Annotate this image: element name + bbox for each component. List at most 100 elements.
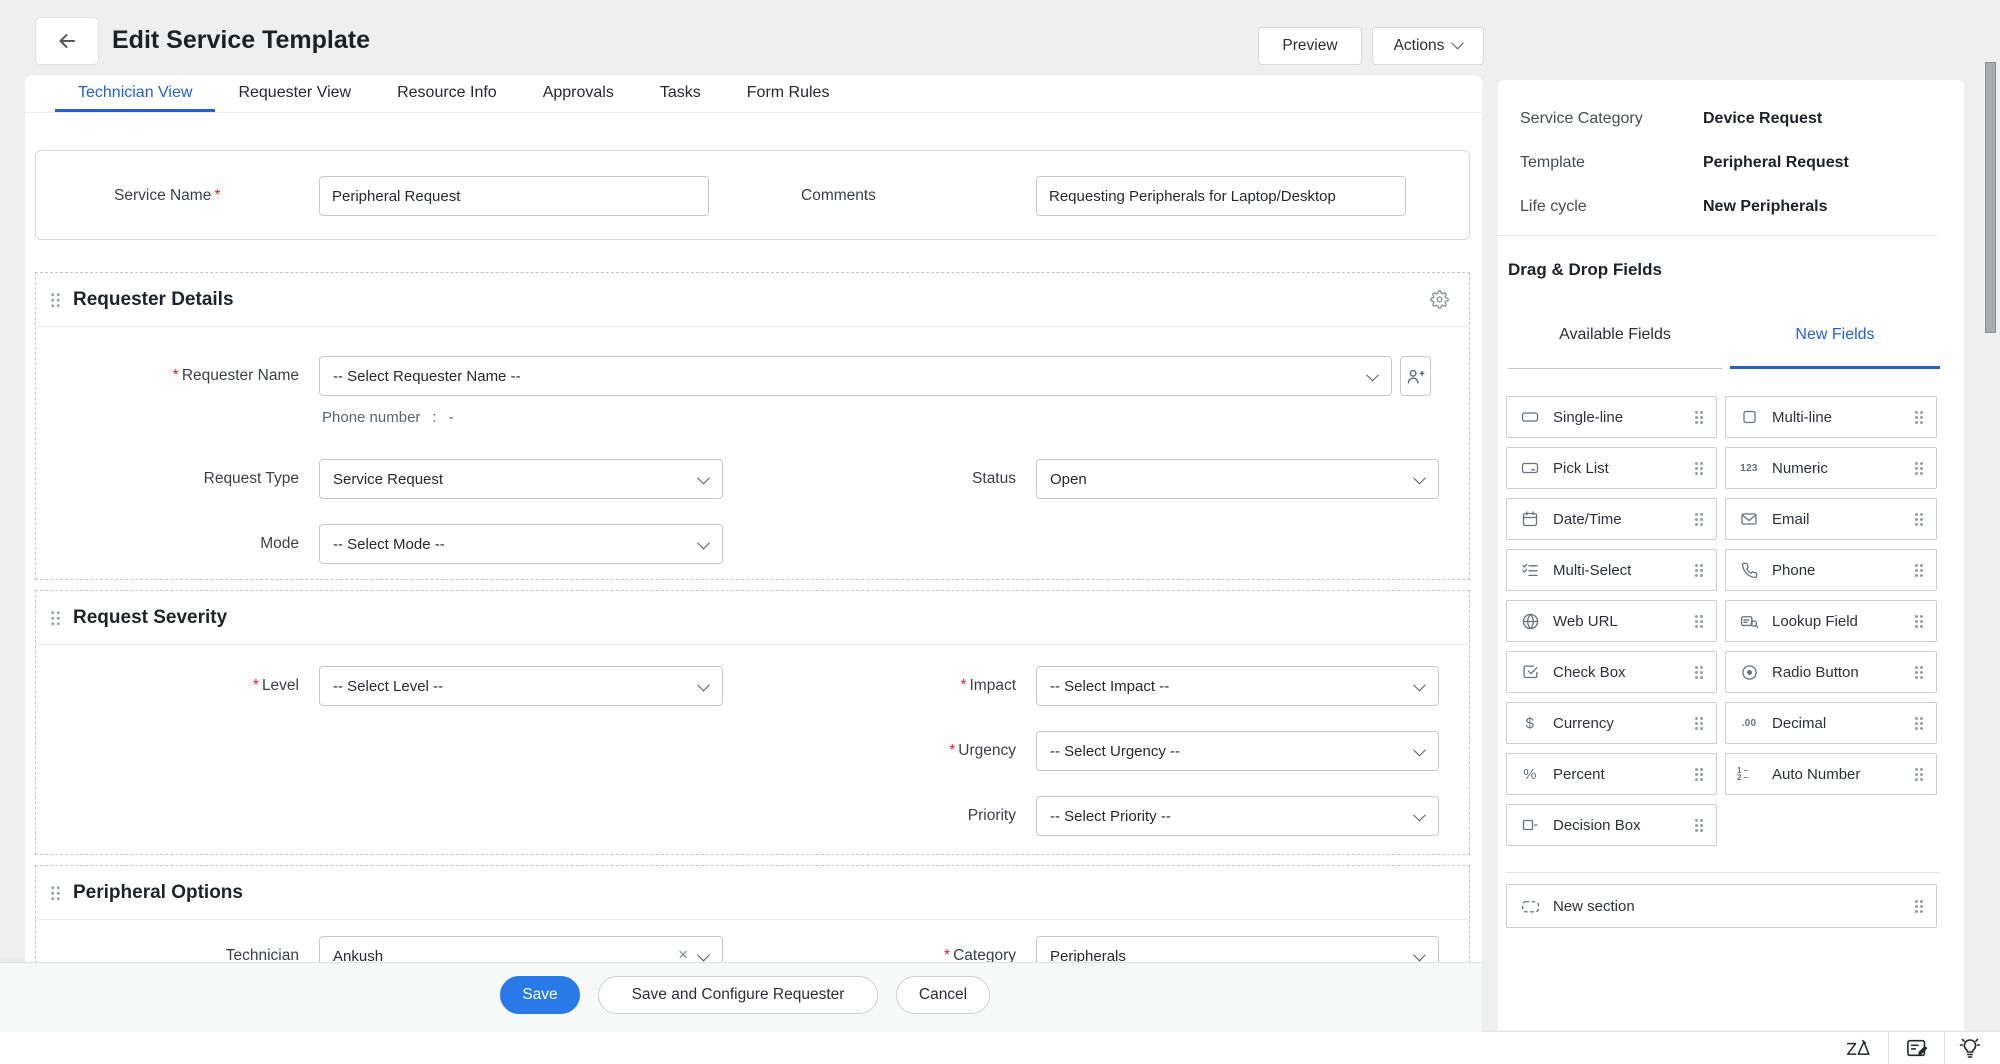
new-section-card[interactable]: New section bbox=[1506, 884, 1937, 928]
decision-box-icon bbox=[1518, 816, 1542, 834]
drag-handle-icon[interactable] bbox=[1914, 410, 1924, 425]
drag-handle-icon[interactable] bbox=[50, 292, 61, 308]
request-type-select[interactable]: Service Request bbox=[319, 459, 723, 499]
back-button[interactable] bbox=[35, 17, 99, 65]
percent-icon: % bbox=[1518, 766, 1542, 783]
field-email[interactable]: Email bbox=[1725, 498, 1937, 540]
priority-select[interactable]: -- Select Priority -- bbox=[1036, 796, 1439, 836]
field-pick-list[interactable]: Pick List bbox=[1506, 447, 1717, 489]
main-panel: Technician View Requester View Resource … bbox=[25, 75, 1482, 962]
chevron-down-icon bbox=[1413, 679, 1426, 692]
bulb-icon[interactable] bbox=[1952, 1035, 1988, 1061]
field-multi-line[interactable]: Multi-line bbox=[1725, 396, 1937, 438]
section-requester-details-header: Requester Details bbox=[36, 273, 1469, 327]
drag-handle-icon[interactable] bbox=[1914, 665, 1924, 680]
service-name-input[interactable] bbox=[319, 176, 709, 216]
save-button[interactable]: Save bbox=[500, 976, 580, 1014]
drag-handle-icon[interactable] bbox=[50, 885, 61, 901]
status-select[interactable]: Open bbox=[1036, 459, 1439, 499]
field-phone[interactable]: Phone bbox=[1725, 549, 1937, 591]
field-percent[interactable]: % Percent bbox=[1506, 753, 1717, 795]
sidebar-info-service-category: Service CategoryDevice Request bbox=[1498, 106, 1964, 132]
tab-form-rules[interactable]: Form Rules bbox=[724, 75, 853, 112]
urgency-select[interactable]: -- Select Urgency -- bbox=[1036, 731, 1439, 771]
comments-input[interactable] bbox=[1036, 176, 1406, 216]
request-type-label: Request Type bbox=[36, 459, 299, 499]
field-web-url[interactable]: Web URL bbox=[1506, 600, 1717, 642]
user-plus-icon bbox=[1406, 367, 1425, 386]
drag-handle-icon[interactable] bbox=[1914, 716, 1924, 731]
section-peripheral-options: Peripheral Options Technician Ankush × *… bbox=[35, 865, 1470, 962]
phone-icon bbox=[1737, 562, 1761, 579]
mode-select[interactable]: -- Select Mode -- bbox=[319, 524, 723, 564]
view-tabbar: Technician View Requester View Resource … bbox=[25, 75, 1482, 113]
email-icon bbox=[1737, 510, 1761, 528]
field-check-box[interactable]: Check Box bbox=[1506, 651, 1717, 693]
clear-icon[interactable]: × bbox=[678, 945, 688, 962]
drag-handle-icon[interactable] bbox=[1914, 614, 1924, 629]
required-asterisk: * bbox=[253, 677, 259, 694]
divider bbox=[1944, 1032, 1945, 1064]
drag-handle-icon[interactable] bbox=[1694, 512, 1704, 527]
pick-list-icon bbox=[1518, 459, 1542, 477]
drag-handle-icon[interactable] bbox=[1914, 899, 1924, 914]
drag-handle-icon[interactable] bbox=[50, 610, 61, 626]
field-auto-number[interactable]: 1 –2 – Auto Number bbox=[1725, 753, 1937, 795]
field-decimal[interactable]: .00 Decimal bbox=[1725, 702, 1937, 744]
date-time-icon bbox=[1518, 510, 1542, 528]
section-title: Request Severity bbox=[73, 607, 227, 629]
impact-label: *Impact bbox=[776, 666, 1016, 706]
multi-select-icon bbox=[1518, 561, 1542, 579]
save-and-configure-button[interactable]: Save and Configure Requester bbox=[598, 976, 878, 1014]
requester-name-select[interactable]: -- Select Requester Name -- bbox=[319, 356, 1392, 396]
actions-button[interactable]: Actions bbox=[1372, 27, 1484, 65]
field-grid: Single-line Multi-line Pick List 123 Num… bbox=[1506, 396, 1937, 846]
drag-handle-icon[interactable] bbox=[1694, 818, 1704, 833]
technician-select[interactable]: Ankush × bbox=[319, 936, 723, 962]
drag-handle-icon[interactable] bbox=[1694, 716, 1704, 731]
drag-handle-icon[interactable] bbox=[1914, 767, 1924, 782]
chevron-down-icon bbox=[1366, 369, 1379, 382]
drag-handle-icon[interactable] bbox=[1694, 614, 1704, 629]
drag-handle-icon[interactable] bbox=[1914, 563, 1924, 578]
drag-handle-icon[interactable] bbox=[1694, 767, 1704, 782]
drag-handle-icon[interactable] bbox=[1914, 512, 1924, 527]
drag-handle-icon[interactable] bbox=[1694, 665, 1704, 680]
tab-new-fields[interactable]: New Fields bbox=[1730, 326, 1940, 344]
field-multi-select[interactable]: Multi-Select bbox=[1506, 549, 1717, 591]
field-currency[interactable]: $ Currency bbox=[1506, 702, 1717, 744]
tab-tasks[interactable]: Tasks bbox=[637, 75, 724, 112]
tab-technician-view[interactable]: Technician View bbox=[55, 75, 215, 112]
add-requester-button[interactable] bbox=[1400, 356, 1431, 396]
multi-line-icon bbox=[1737, 408, 1761, 426]
level-select[interactable]: -- Select Level -- bbox=[319, 666, 723, 706]
tab-approvals[interactable]: Approvals bbox=[520, 75, 637, 112]
tab-resource-info[interactable]: Resource Info bbox=[374, 75, 520, 112]
category-label: *Category bbox=[776, 936, 1016, 962]
field-lookup-field[interactable]: Lookup Field bbox=[1725, 600, 1937, 642]
vertical-scrollbar[interactable] bbox=[1985, 62, 1996, 333]
gear-icon[interactable] bbox=[1430, 290, 1449, 309]
tab-requester-view[interactable]: Requester View bbox=[215, 75, 374, 112]
required-asterisk: * bbox=[214, 187, 220, 204]
field-date-time[interactable]: Date/Time bbox=[1506, 498, 1717, 540]
field-radio-button[interactable]: Radio Button bbox=[1725, 651, 1937, 693]
drag-handle-icon[interactable] bbox=[1694, 461, 1704, 476]
requester-name-label: *Requester Name bbox=[36, 356, 299, 396]
cancel-button[interactable]: Cancel bbox=[896, 976, 990, 1014]
form-content: Service Name* Comments Requester Details… bbox=[25, 113, 1482, 962]
feedback-icon[interactable] bbox=[1900, 1035, 1936, 1061]
section-requester-details: Requester Details *Requester Name -- Sel… bbox=[35, 272, 1470, 580]
field-single-line[interactable]: Single-line bbox=[1506, 396, 1717, 438]
field-numeric[interactable]: 123 Numeric bbox=[1725, 447, 1937, 489]
tab-available-fields[interactable]: Available Fields bbox=[1508, 326, 1722, 344]
impact-select[interactable]: -- Select Impact -- bbox=[1036, 666, 1439, 706]
drag-handle-icon[interactable] bbox=[1694, 563, 1704, 578]
drag-handle-icon[interactable] bbox=[1914, 461, 1924, 476]
field-decision-box[interactable]: Decision Box bbox=[1506, 804, 1717, 846]
chevron-down-icon bbox=[1413, 472, 1426, 485]
category-select[interactable]: Peripherals bbox=[1036, 936, 1439, 962]
drag-handle-icon[interactable] bbox=[1694, 410, 1704, 425]
zia-icon[interactable] bbox=[1842, 1035, 1878, 1061]
preview-button[interactable]: Preview bbox=[1258, 27, 1362, 65]
